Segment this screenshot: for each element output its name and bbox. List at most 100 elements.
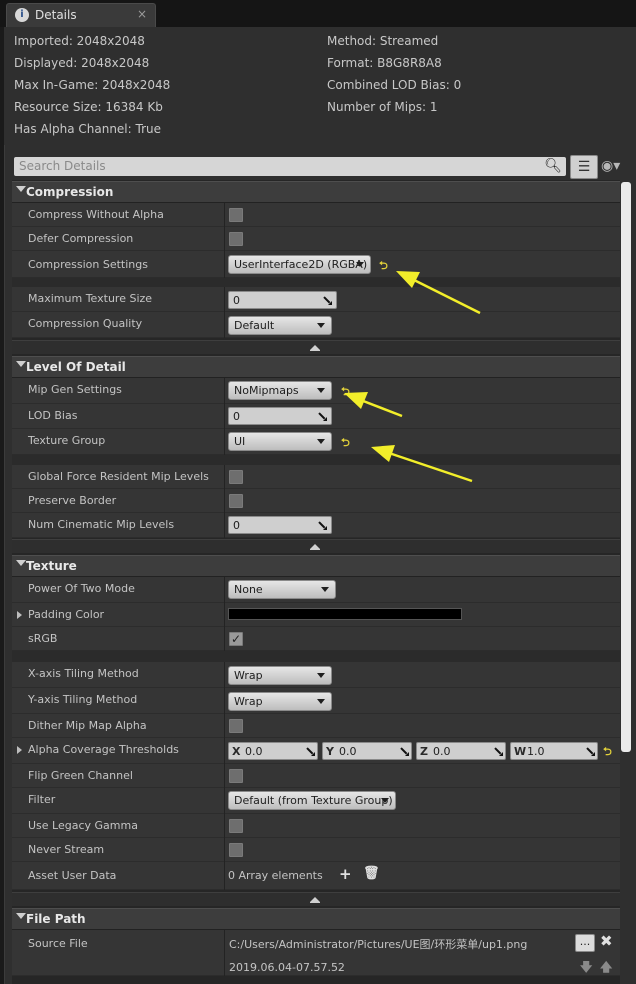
divider [224, 429, 225, 455]
chevron-down-icon [16, 560, 26, 566]
compression-settings-dropdown[interactable]: UserInterface2D (RGBA) [228, 255, 371, 274]
compression-quality-dropdown[interactable]: Default [228, 316, 332, 335]
divider [224, 930, 225, 976]
clear-icon[interactable]: ✖ [600, 932, 613, 950]
srgb-checkbox[interactable]: ✓ [229, 632, 243, 646]
property-label: Compression Quality [28, 317, 143, 330]
property-label: Compress Without Alpha [28, 208, 164, 221]
chevron-down-icon [317, 439, 325, 444]
eye-icon[interactable]: ◉▾ [601, 158, 620, 174]
info-icon: i [15, 8, 29, 22]
row-compression-settings: Compression Settings UserInterface2D (RG… [12, 251, 620, 278]
category-level-of-detail[interactable]: Level Of Detail [12, 356, 620, 378]
property-label: Texture Group [28, 434, 106, 447]
list-view-icon: ☰ [577, 159, 591, 175]
property-label: Mip Gen Settings [28, 383, 122, 396]
lod-bias-field[interactable]: 0 [228, 407, 332, 425]
divider [224, 513, 225, 538]
dropdown-value: None [234, 583, 263, 596]
tab-bar: i Details × [0, 0, 636, 27]
global-force-resident-checkbox[interactable] [229, 470, 243, 484]
info-combined-lod-bias: Combined LOD Bias: 0 [327, 78, 462, 92]
texture-group-dropdown[interactable]: UI [228, 432, 332, 451]
alpha-x-field[interactable]: X 0.0 [228, 742, 318, 760]
reset-to-default-icon[interactable]: ⮌ [341, 383, 350, 402]
row-srgb: sRGB ✓ [12, 627, 620, 651]
mip-gen-settings-dropdown[interactable]: NoMipmaps [228, 381, 332, 400]
property-label: Maximum Texture Size [28, 292, 153, 305]
alpha-z-field[interactable]: Z 0.0 [416, 742, 506, 760]
add-element-icon[interactable]: + [339, 865, 352, 883]
arrow-down-icon[interactable]: 🡇 [580, 958, 592, 979]
dropdown-value: UserInterface2D (RGBA) [234, 258, 368, 271]
collapse-advanced-compression[interactable] [12, 340, 620, 354]
preserve-border-checkbox[interactable] [229, 494, 243, 508]
property-label: X-axis Tiling Method [28, 667, 139, 680]
divider [224, 738, 225, 764]
row-preserve-border: Preserve Border [12, 489, 620, 513]
x-axis-tiling-dropdown[interactable]: Wrap [228, 666, 332, 685]
row-texture-group: Texture Group UI ⮌ [12, 429, 620, 455]
field-value: 0 [233, 410, 240, 423]
max-texture-size-field[interactable]: 0 [228, 291, 337, 309]
scrollbar[interactable] [621, 182, 631, 752]
drag-resize-icon [318, 412, 327, 421]
category-file-path[interactable]: File Path [12, 908, 620, 930]
reset-to-default-icon[interactable]: ⮌ [341, 434, 350, 453]
defer-compression-checkbox[interactable] [229, 232, 243, 246]
tab-details[interactable]: i Details × [6, 3, 156, 27]
compress-without-alpha-checkbox[interactable] [229, 208, 243, 222]
axis-label: X [232, 745, 241, 758]
num-cinematic-mip-levels-field[interactable]: 0 [228, 516, 332, 534]
expand-arrow-icon[interactable] [17, 746, 22, 754]
padding-color-swatch[interactable] [228, 608, 462, 620]
reset-to-default-icon[interactable]: ⮌ [603, 743, 612, 762]
row-filter: Filter Default (from Texture Group) [12, 788, 620, 814]
field-value: 0.0 [245, 745, 263, 758]
row-flip-green-channel: Flip Green Channel [12, 764, 620, 788]
info-displayed: Displayed: 2048x2048 [14, 56, 150, 70]
divider [224, 465, 225, 489]
search-icon: 🔍︎ [544, 158, 562, 174]
row-alpha-coverage-thresholds: Alpha Coverage Thresholds X 0.0 Y 0.0 Z 0.0… [12, 738, 620, 764]
source-file-path: C:/Users/Administrator/Pictures/UE图/环形菜单… [229, 938, 528, 951]
expand-arrow-icon[interactable] [17, 611, 22, 619]
chevron-base-line [310, 350, 320, 351]
trash-icon[interactable]: 🗑︎ [363, 866, 380, 881]
reset-to-default-icon[interactable]: ⮌ [379, 257, 388, 276]
close-icon[interactable]: × [137, 7, 147, 21]
property-label: Flip Green Channel [28, 769, 133, 782]
power-of-two-mode-dropdown[interactable]: None [228, 580, 336, 599]
spacer [12, 651, 620, 662]
axis-label: W [514, 745, 527, 758]
category-compression[interactable]: Compression [12, 181, 620, 203]
filter-dropdown[interactable]: Default (from Texture Group) [228, 791, 396, 810]
never-stream-checkbox[interactable] [229, 843, 243, 857]
array-count: 0 Array elements [228, 869, 323, 882]
browse-button[interactable]: ... [575, 934, 595, 952]
drag-resize-wrap [303, 743, 317, 759]
collapse-advanced-lod[interactable] [12, 539, 620, 553]
alpha-y-field[interactable]: Y 0.0 [322, 742, 412, 760]
row-dither-mip-map-alpha: Dither Mip Map Alpha [12, 714, 620, 738]
category-texture[interactable]: Texture [12, 555, 620, 577]
y-axis-tiling-dropdown[interactable]: Wrap [228, 692, 332, 711]
dither-mip-map-alpha-checkbox[interactable] [229, 719, 243, 733]
divider [224, 688, 225, 714]
chevron-down-icon [321, 587, 329, 592]
divider [224, 489, 225, 513]
dropdown-value: Default (from Texture Group) [234, 794, 393, 807]
divider [224, 788, 225, 814]
collapse-advanced-texture[interactable] [12, 892, 620, 906]
alpha-w-field[interactable]: W 1.0 [510, 742, 598, 760]
use-legacy-gamma-checkbox[interactable] [229, 819, 243, 833]
search-input[interactable]: Search Details 🔍︎ [14, 157, 566, 176]
chevron-down-icon [317, 699, 325, 704]
arrow-up-icon[interactable]: 🡅 [600, 958, 612, 979]
search-placeholder: Search Details [19, 159, 106, 173]
flip-green-channel-checkbox[interactable] [229, 769, 243, 783]
drag-resize-icon [586, 747, 595, 756]
field-value: 0 [233, 519, 240, 532]
view-options-button[interactable]: ☰ [570, 155, 598, 179]
row-source-file: Source File C:/Users/Administrator/Pictu… [12, 930, 620, 976]
